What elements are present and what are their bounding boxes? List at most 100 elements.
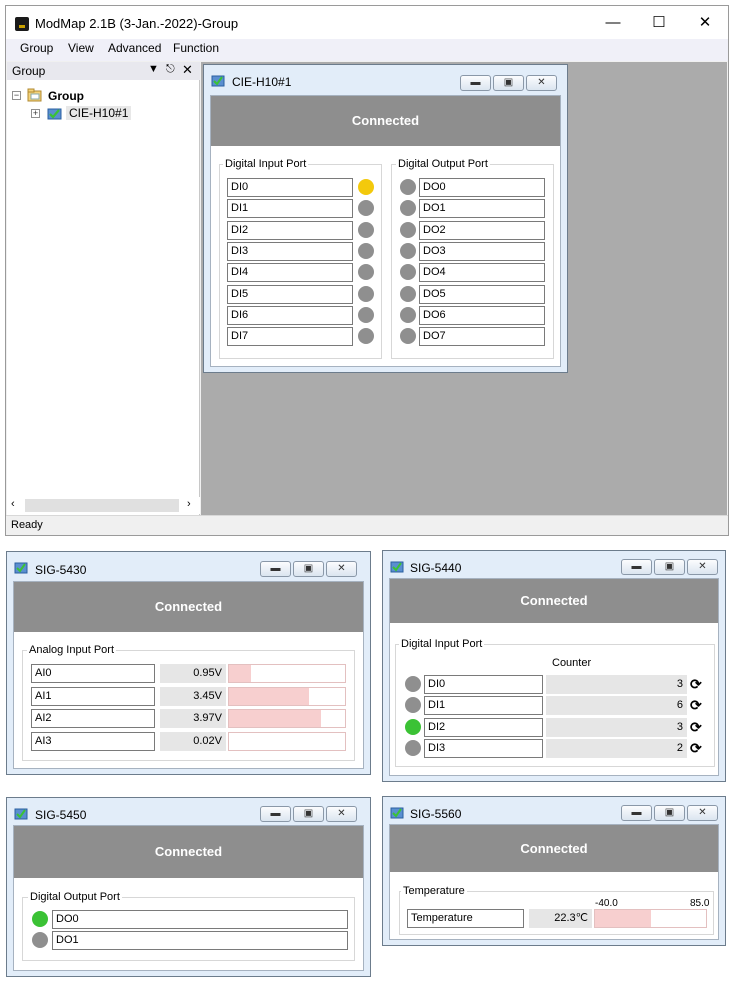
scroll-left-icon[interactable]: ‹ [11,498,15,510]
ai-field[interactable]: AI0 [31,664,155,683]
connection-status: Connected [14,582,363,632]
menu-view[interactable]: View [68,41,94,55]
do-led-toggle[interactable] [32,911,48,927]
menu-advanced[interactable]: Advanced [108,41,161,55]
do-led-toggle[interactable] [400,242,416,259]
minimize-button[interactable]: — [590,12,636,34]
window-title: SIG-5430 [35,563,87,577]
di-field[interactable]: DI3 [227,241,353,261]
do-field[interactable]: DO3 [419,241,545,261]
window-sig-5430: SIG-5430 ▬ ▣ ✕ Connected Analog Input Po… [6,551,371,775]
di-field[interactable]: DI2 [424,717,543,737]
counter-value: 3 [546,675,687,694]
minimize-icon[interactable]: ▬ [621,559,652,575]
maximize-icon[interactable]: ▣ [654,559,685,575]
close-button[interactable]: ✕ [682,12,728,34]
di-field[interactable]: DI1 [424,696,543,716]
refresh-icon[interactable]: ⟳ [690,740,702,756]
expand-icon[interactable]: + [31,109,40,118]
temperature-name-field[interactable]: Temperature [407,909,524,928]
close-icon[interactable]: ✕ [687,805,718,821]
horizontal-scrollbar[interactable]: ‹ › [7,497,200,514]
do-field[interactable]: DO0 [52,910,348,929]
di-field[interactable]: DI3 [424,738,543,758]
do-field[interactable]: DO6 [419,305,545,325]
maximize-button[interactable]: ☐ [636,12,682,34]
do-field[interactable]: DO1 [419,199,545,219]
maximize-icon[interactable]: ▣ [654,805,685,821]
di-field[interactable]: DI4 [227,263,353,283]
ai-value: 0.02V [160,732,226,752]
device-check-icon [390,807,404,819]
ai-bar [228,664,346,683]
dropdown-icon[interactable]: ▼ [148,63,159,75]
refresh-icon[interactable]: ⟳ [690,676,702,692]
di-field[interactable]: DI7 [227,327,353,347]
scale-min: -40.0 [595,898,618,909]
do-led-toggle[interactable] [400,179,416,195]
ai-bar [228,709,346,729]
close-icon[interactable]: ✕ [687,559,718,575]
di-field[interactable]: DI6 [227,305,353,325]
di-field[interactable]: DI1 [227,199,353,219]
di-field[interactable]: DI0 [227,178,353,197]
ai-bar [228,686,346,706]
minimize-icon[interactable]: ▬ [460,75,491,91]
window-body: Connected Temperature -40.0 85.0 Tempera… [389,824,719,940]
do-field[interactable]: DO1 [52,931,348,950]
close-icon[interactable]: ✕ [326,806,357,822]
do-led-toggle[interactable] [400,285,416,302]
do-led-toggle[interactable] [400,221,416,238]
refresh-icon[interactable]: ⟳ [690,719,702,735]
menu-group[interactable]: Group [20,41,53,55]
minimize-icon[interactable]: ▬ [260,806,291,822]
temperature-bar-fill [595,910,651,927]
close-icon[interactable]: ✕ [326,561,357,577]
close-icon[interactable]: ✕ [182,62,193,78]
group-label: Temperature [401,885,467,897]
counter-value: 3 [546,717,687,737]
ai-value: 3.97V [160,709,226,729]
do-led-toggle[interactable] [400,306,416,323]
minimize-icon[interactable]: ▬ [621,805,652,821]
group-label: Digital Input Port [223,158,309,170]
do-led-toggle[interactable] [32,932,48,948]
ai-value: 0.95V [160,664,226,683]
ai-field[interactable]: AI2 [31,709,155,729]
do-field[interactable]: DO4 [419,263,545,283]
minimize-icon[interactable]: ▬ [260,561,291,577]
counter-header: Counter [552,657,592,669]
window-sig-5560: SIG-5560 ▬ ▣ ✕ Connected Temperature -40… [382,796,726,946]
do-field[interactable]: DO0 [419,178,545,197]
temperature-value: 22.3℃ [529,909,592,928]
title-bar[interactable]: ModMap 2.1B (3-Jan.-2022)-Group — ☐ ✕ [6,6,728,39]
maximize-icon[interactable]: ▣ [293,806,324,822]
ai-bar-fill [229,665,251,682]
refresh-icon[interactable]: ⟳ [690,697,702,713]
di-led-indicator [405,718,421,735]
pin-icon[interactable]: ⎋ [166,63,175,76]
device-check-icon [47,108,62,120]
scroll-thumb[interactable] [25,499,179,512]
di-field[interactable]: DI0 [424,675,543,694]
connection-status: Connected [390,579,718,623]
scroll-right-icon[interactable]: › [187,498,191,510]
tree-item-device[interactable]: CIE-H10#1 [66,106,132,120]
do-field[interactable]: DO2 [419,220,545,240]
di-field[interactable]: DI2 [227,220,353,240]
close-icon[interactable]: ✕ [526,75,557,91]
collapse-icon[interactable]: − [12,91,21,100]
ai-field[interactable]: AI1 [31,686,155,706]
do-field[interactable]: DO7 [419,327,545,347]
maximize-icon[interactable]: ▣ [293,561,324,577]
do-field[interactable]: DO5 [419,284,545,304]
tree-item-group[interactable]: Group [48,89,84,103]
di-field[interactable]: DI5 [227,284,353,304]
status-text: Ready [11,519,43,531]
menu-function[interactable]: Function [173,41,219,55]
do-led-toggle[interactable] [400,328,416,345]
maximize-icon[interactable]: ▣ [493,75,524,91]
window-sig-5450: SIG-5450 ▬ ▣ ✕ Connected Digital Output … [6,797,371,977]
ai-field[interactable]: AI3 [31,732,155,752]
di-led-indicator [405,676,421,692]
